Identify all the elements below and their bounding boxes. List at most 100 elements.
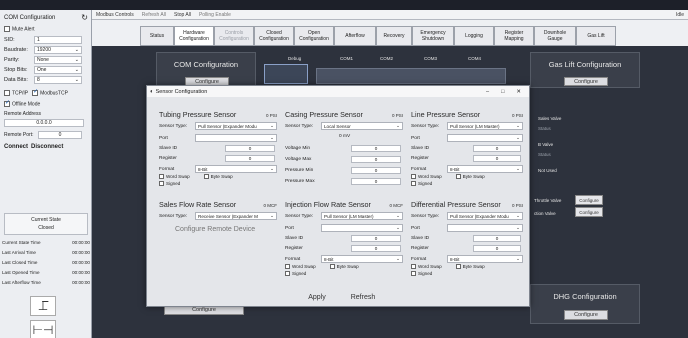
databits-select[interactable]: 8 ⌄: [34, 75, 82, 84]
close-button[interactable]: ✕: [516, 89, 521, 95]
tab-logging[interactable]: Logging: [454, 26, 494, 46]
databits-label: Data Bits:: [4, 76, 28, 83]
casing-sensor-type-select[interactable]: Local Sensor ⌄: [321, 122, 403, 130]
baudrate-row: Baudrate: 19200 ⌄: [4, 45, 88, 54]
casing-voltage-min-field[interactable]: 0: [351, 145, 401, 152]
sid-field[interactable]: 1: [34, 35, 82, 44]
injection-sensor-type-select[interactable]: Pull Sensor (LM Master) ⌄: [321, 212, 403, 220]
tab-afterflow[interactable]: Afterflow: [334, 26, 376, 46]
differential-byte-swap-checkbox[interactable]: Byte Swap: [455, 264, 485, 269]
tubing-format-select[interactable]: 8-Bit ⌄: [195, 165, 277, 173]
injection-byte-swap-checkbox[interactable]: Byte Swap: [329, 264, 359, 269]
baudrate-select[interactable]: 19200 ⌄: [34, 45, 82, 54]
injection-port-select[interactable]: ⌄: [321, 224, 403, 232]
stopbits-row: Stop Bits: One ⌄: [4, 65, 88, 74]
maximize-button[interactable]: □: [501, 89, 504, 95]
stop-all-button[interactable]: Stop All: [170, 12, 195, 18]
line-signed-checkbox[interactable]: Signed: [411, 181, 432, 186]
tubing-register-row: Register 0: [159, 155, 277, 162]
sales-header: Sales Flow Rate Sensor 0 MCF: [159, 200, 277, 209]
tab-downhole-gauge[interactable]: Downhole Gauge: [534, 26, 576, 46]
casing-pressure-min-field[interactable]: 0: [351, 167, 401, 174]
disconnect-button[interactable]: Disconnect: [31, 144, 63, 154]
refresh-button[interactable]: Refresh: [343, 292, 383, 303]
tab-status[interactable]: Status: [140, 26, 174, 46]
dhg-configure-button[interactable]: Configure: [564, 310, 608, 320]
tab-gas-lift[interactable]: Gas Lift: [576, 26, 616, 46]
injection-configure-button[interactable]: Configure: [575, 207, 603, 217]
injection-valve-label: ction Valve: [534, 211, 556, 216]
line-slave-field[interactable]: 0: [473, 145, 521, 152]
stopbits-select[interactable]: One ⌄: [34, 65, 82, 74]
dialog-titlebar: ◐ Sensor Configuration – □ ✕: [147, 86, 529, 97]
offline-mode-checkbox[interactable]: Offline Mode: [4, 99, 40, 107]
tab-hardware-configuration[interactable]: Hardware Configuration: [174, 26, 214, 46]
line-format-select[interactable]: 8-Bit ⌄: [447, 165, 523, 173]
differential-signed-checkbox[interactable]: Signed: [411, 271, 432, 276]
differential-slave-row: Slave ID 0: [411, 235, 523, 242]
refresh-all-button[interactable]: Refresh All: [138, 12, 170, 18]
tcpip-checkbox[interactable]: TCP/IP: [4, 90, 28, 96]
injection-register-field[interactable]: 0: [351, 245, 401, 252]
connect-button[interactable]: Connect: [4, 144, 28, 154]
refresh-icon[interactable]: ↻: [81, 13, 88, 22]
time-row: Last Afterflow Time 00:00:00: [2, 280, 90, 285]
minimize-button[interactable]: –: [486, 89, 489, 95]
parity-select[interactable]: None ⌄: [34, 55, 82, 64]
tubing-byte-swap-checkbox[interactable]: Byte Swap: [203, 174, 233, 179]
sales-sensor-type-select[interactable]: Receive Sensor (Expander M ⌄: [195, 212, 277, 220]
modbustcp-checkbox[interactable]: ModbusTCP: [32, 88, 68, 96]
injection-word-swap-checkbox[interactable]: Word Swap: [285, 264, 316, 269]
sid-label: SID:: [4, 36, 15, 43]
line-slave-row: Slave ID 0: [411, 145, 523, 152]
gas-lift-configure-button[interactable]: Configure: [564, 77, 608, 86]
line-byte-swap-checkbox[interactable]: Byte Swap: [455, 174, 485, 179]
casing-voltage-max-field[interactable]: 0: [351, 156, 401, 163]
chevron-down-icon: ⌄: [396, 213, 400, 218]
configure-remote-device-button[interactable]: Configure Remote Device: [175, 226, 255, 233]
tab-controls-configuration[interactable]: Controls Configuration: [214, 26, 254, 46]
tubing-signed-row: Signed: [159, 181, 180, 186]
line-port-select[interactable]: ⌄: [447, 134, 523, 142]
remote-port-field[interactable]: 0: [38, 131, 82, 139]
differential-word-swap-checkbox[interactable]: Word Swap: [411, 264, 442, 269]
tubing-port-select[interactable]: ⌄: [195, 134, 277, 142]
tubing-register-field[interactable]: 0: [225, 155, 275, 162]
polling-enable-button[interactable]: Polling Enable: [195, 12, 235, 18]
com-config-header-label: COM Configuration: [4, 14, 56, 21]
differential-slave-field[interactable]: 0: [473, 235, 521, 242]
mute-alert-checkbox[interactable]: Mute Alert: [4, 26, 35, 32]
chevron-down-icon: ⌄: [270, 135, 274, 140]
line-sensor-type-select[interactable]: Pull Sensor (LM Master) ⌄: [447, 122, 523, 130]
tab-recovery[interactable]: Recovery: [376, 26, 412, 46]
line-register-field[interactable]: 0: [473, 155, 521, 162]
tubing-slave-field[interactable]: 0: [225, 145, 275, 152]
tubing-sensor-type-select[interactable]: Pull Sensor (Expander Modu ⌄: [195, 122, 277, 130]
throttle-configure-button[interactable]: Configure: [575, 195, 603, 205]
tubing-word-swap-checkbox[interactable]: Word Swap: [159, 174, 190, 179]
casing-unit: 0 PSI: [391, 113, 403, 118]
differential-format-select[interactable]: 8-Bit ⌄: [447, 255, 523, 263]
casing-voltage-max-row: Voltage Max 0: [285, 156, 403, 163]
apply-button[interactable]: Apply: [299, 292, 335, 303]
left-panel: COM Configuration ↻ Mute Alert SID: 1 Bau…: [0, 10, 92, 338]
differential-register-field[interactable]: 0: [473, 245, 521, 252]
line-word-swap-checkbox[interactable]: Word Swap: [411, 174, 442, 179]
b-valve-label: B Valve: [538, 142, 554, 147]
tab-closed-configuration[interactable]: Closed Configuration: [254, 26, 294, 46]
remote-address-field[interactable]: 0.0.0.0: [4, 119, 84, 127]
differential-port-select[interactable]: ⌄: [447, 224, 523, 232]
injection-slave-field[interactable]: 0: [351, 235, 401, 242]
injection-format-select[interactable]: 8-Bit ⌄: [321, 255, 403, 263]
line-title: Line Pressure Sensor: [411, 110, 481, 119]
tab-register-mapping[interactable]: Register Mapping: [494, 26, 534, 46]
pipe-icon[interactable]: ⊢⊣: [30, 320, 56, 338]
tab-emergency-shutdown[interactable]: Emergency Shutdown: [412, 26, 454, 46]
valve-icon[interactable]: ⊥̅: [30, 296, 56, 316]
differential-sensor-type-select[interactable]: Pull Sensor (Expander Modu ⌄: [447, 212, 523, 220]
casing-pressure-max-field[interactable]: 0: [351, 178, 401, 185]
tubing-signed-checkbox[interactable]: Signed: [159, 181, 180, 186]
differential-header: Differential Pressure Sensor 0 PSI: [411, 200, 523, 209]
injection-signed-checkbox[interactable]: Signed: [285, 271, 306, 276]
tab-open-configuration[interactable]: Open Configuration: [294, 26, 334, 46]
